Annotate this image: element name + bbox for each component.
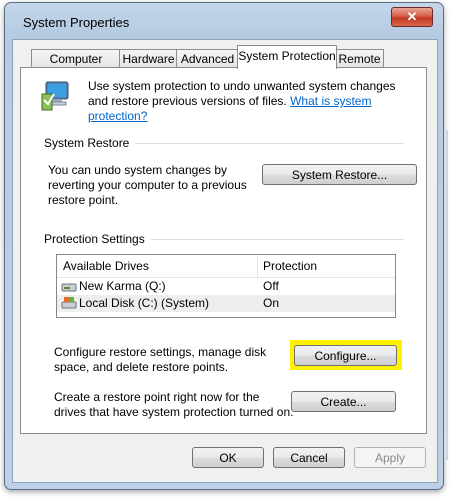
tab-hardware[interactable]: Hardware xyxy=(119,49,178,68)
drive-protection: Off xyxy=(263,279,279,293)
tab-system-protection[interactable]: System Protection xyxy=(237,45,337,69)
column-separator xyxy=(257,255,258,277)
intro-text: Use system protection to undo unwanted s… xyxy=(88,79,398,124)
window-edge-shadow xyxy=(446,130,448,460)
drive-name: New Karma (Q:) xyxy=(79,279,166,293)
ok-button[interactable]: OK xyxy=(192,447,264,468)
drive-protection: On xyxy=(263,296,280,310)
window-title: System Properties xyxy=(23,15,130,30)
tab-advanced[interactable]: Advanced xyxy=(176,49,239,68)
column-available-drives[interactable]: Available Drives xyxy=(63,259,149,273)
system-protection-icon xyxy=(41,81,69,111)
tab-remote[interactable]: Remote xyxy=(335,49,384,68)
column-protection[interactable]: Protection xyxy=(263,259,317,273)
drive-row-local-disk[interactable]: Local Disk (C:) (System) On xyxy=(57,295,395,312)
configure-button[interactable]: Configure... xyxy=(294,345,397,366)
protection-settings-heading: Protection Settings xyxy=(44,232,151,246)
system-restore-heading: System Restore xyxy=(44,136,136,150)
removable-drive-icon xyxy=(61,283,77,292)
title-bar[interactable]: System Properties ✕ xyxy=(5,3,443,39)
cancel-button[interactable]: Cancel xyxy=(273,447,345,468)
drive-row-new-karma[interactable]: New Karma (Q:) Off xyxy=(57,278,395,295)
create-description: Create a restore point right now for the… xyxy=(54,390,294,419)
close-button[interactable]: ✕ xyxy=(391,7,433,27)
drives-list-header: Available Drives Protection xyxy=(57,255,395,278)
configure-description: Configure restore settings, manage disk … xyxy=(54,345,267,374)
drive-name: Local Disk (C:) (System) xyxy=(79,296,210,310)
create-button[interactable]: Create... xyxy=(291,391,396,412)
tab-computer-name[interactable]: Computer Name xyxy=(31,49,121,84)
apply-button[interactable]: Apply xyxy=(354,447,426,468)
available-drives-list[interactable]: Available Drives Protection New Karma (Q… xyxy=(56,254,396,318)
system-restore-button[interactable]: System Restore... xyxy=(262,164,417,185)
system-drive-icon xyxy=(61,297,77,309)
system-restore-description: You can undo system changes by reverting… xyxy=(48,163,247,207)
